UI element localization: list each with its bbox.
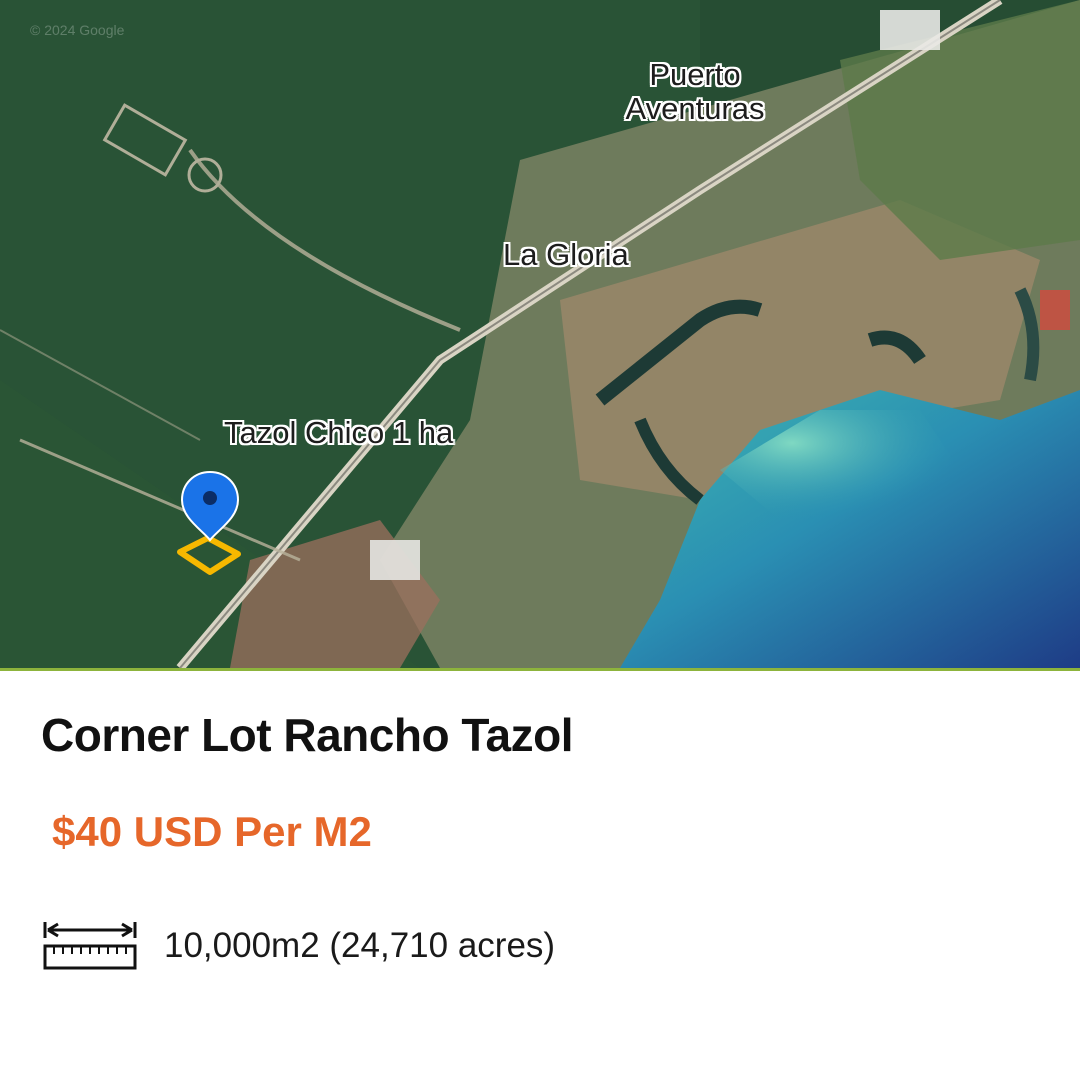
listing-title: Corner Lot Rancho Tazol [41, 709, 574, 761]
area-spec: 10,000m2 (24,710 acres) [42, 918, 555, 974]
area-value: 10,000m2 (24,710 acres) [164, 926, 556, 965]
map-imagery [0, 0, 1080, 668]
map-label-la-gloria: La Gloria [503, 237, 629, 272]
map-label-lot: Tazol Chico 1 ha [224, 415, 454, 450]
listing-price: $40 USD Per M2 [52, 808, 372, 855]
map-label-puerto-aventuras: Puerto Aventuras [610, 58, 780, 126]
ruler-measure-icon [43, 922, 137, 970]
satellite-map[interactable]: © 2024 Google Puerto Aventuras La Gloria… [0, 0, 1080, 671]
map-pin-icon[interactable] [180, 470, 240, 542]
map-label-puerto-line2: Aventuras [625, 91, 765, 126]
map-attribution: © 2024 Google [30, 22, 125, 38]
map-label-puerto-line1: Puerto [649, 57, 741, 92]
